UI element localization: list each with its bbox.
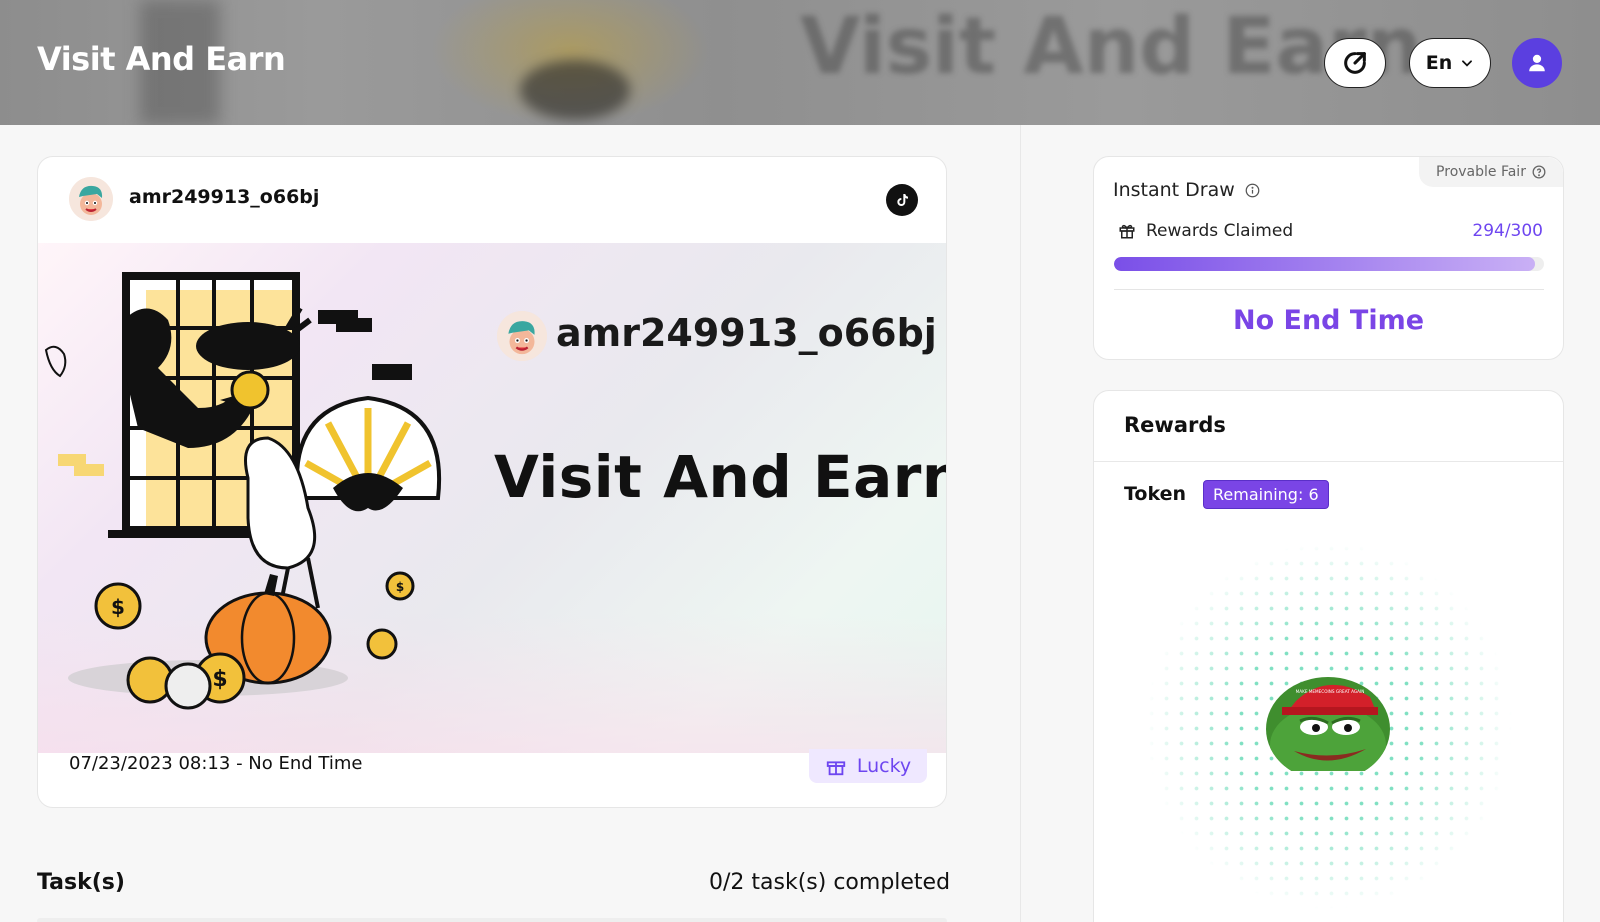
tasks-progress: 0/2 task(s) completed	[709, 870, 951, 895]
rewards-card: Rewards Token Remaining: 6 MAKE MEMECOIN…	[1093, 390, 1564, 922]
event-card-header: amr249913_o66bj	[38, 157, 946, 242]
svg-text:$: $	[212, 667, 227, 692]
share-button[interactable]	[1324, 38, 1386, 88]
end-time-status: No End Time	[1232, 305, 1425, 336]
gift-icon	[1119, 224, 1135, 239]
divider	[1094, 461, 1563, 462]
token-cap-text: MAKE MEMECOINS GREAT AGAIN	[1296, 689, 1365, 694]
remaining-badge: Remaining: 6	[1203, 480, 1329, 509]
event-dates: 07/23/2023 08:13 - No End Time	[69, 753, 363, 774]
header: Visit And Earn Visit And Earn En	[0, 0, 1600, 125]
token-label: Token	[1124, 483, 1187, 505]
svg-text:$: $	[396, 580, 404, 594]
rewards-progress-fill	[1114, 257, 1536, 271]
rewards-claimed-label: Rewards Claimed	[1146, 221, 1294, 241]
rewards-progress-bar	[1114, 257, 1544, 271]
tiktok-link[interactable]	[886, 184, 918, 216]
provable-fair-button[interactable]: Provable Fair	[1419, 157, 1563, 187]
tiktok-icon	[897, 194, 908, 206]
provable-fair-label: Provable Fair	[1436, 164, 1526, 180]
instant-draw-title: Instant Draw	[1113, 179, 1260, 201]
chevron-down-icon	[1462, 60, 1473, 67]
lucky-label: Lucky	[856, 755, 912, 777]
page-title: Visit And Earn	[37, 40, 286, 78]
language-label: En	[1425, 52, 1453, 74]
help-icon	[1532, 165, 1546, 179]
user-icon	[1529, 54, 1545, 72]
column-divider	[1020, 125, 1021, 922]
info-icon[interactable]	[1245, 183, 1260, 198]
language-select[interactable]: En	[1409, 38, 1491, 88]
instant-draw-card: Provable Fair Instant Draw Rewards Claim…	[1093, 156, 1564, 360]
rewards-claimed: Rewards Claimed	[1118, 221, 1293, 241]
event-card-footer: 07/23/2023 08:13 - No End Time Lucky	[38, 749, 946, 807]
event-card: amr249913_o66bj $ $ $ amr249913_o66bj Vi…	[37, 156, 947, 808]
rewards-title: Rewards	[1124, 413, 1226, 437]
avatar-icon	[497, 311, 547, 361]
event-username[interactable]: amr249913_o66bj	[129, 186, 319, 208]
svg-text:$: $	[111, 595, 125, 619]
banner-username: amr249913_o66bj	[556, 311, 937, 355]
tasks-list-top	[37, 918, 947, 922]
avatar-icon	[69, 177, 113, 221]
instant-draw-label: Instant Draw	[1113, 179, 1235, 201]
rewards-claimed-value: 294/300	[1472, 221, 1543, 241]
banner-avatar	[497, 311, 547, 361]
share-icon	[1344, 52, 1366, 74]
banner-title: Visit And Earn	[494, 443, 947, 511]
tasks-title: Task(s)	[37, 870, 125, 895]
user-account-button[interactable]	[1512, 38, 1562, 88]
divider	[1114, 289, 1544, 290]
gift-icon	[826, 761, 846, 776]
pepe-token-image: MAKE MEMECOINS GREAT AGAIN	[1266, 677, 1390, 771]
event-banner: $ $ $ amr249913_o66bj Visit And Earn	[38, 243, 947, 753]
thanksgiving-illustration: $ $ $	[44, 272, 442, 710]
lucky-badge: Lucky	[809, 749, 927, 783]
avatar[interactable]	[69, 177, 113, 221]
